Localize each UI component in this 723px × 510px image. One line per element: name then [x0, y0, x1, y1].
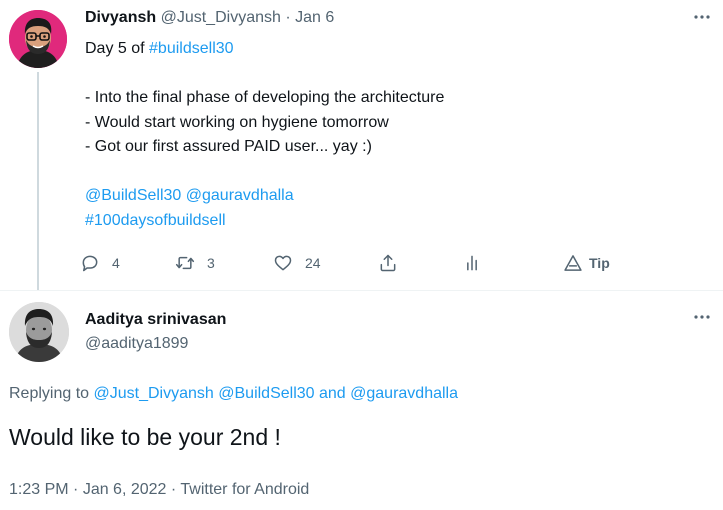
tweet-line-2: - Would start working on hygiene tomorro…: [85, 113, 389, 131]
retweet-button[interactable]: 3: [175, 249, 215, 277]
replying-to-line: Replying to @Just_Divyansh @BuildSell30 …: [9, 385, 458, 403]
tweet-line-intro: Day 5 of #buildsell30: [85, 37, 705, 62]
meta-separator: ·: [166, 481, 181, 498]
like-count: 24: [305, 255, 321, 271]
reply-date[interactable]: Jan 6, 2022: [83, 481, 167, 498]
tweet-mentions-line: @BuildSell30 @gauravdhalla: [85, 184, 705, 209]
header-separator: ·: [280, 9, 296, 26]
more-dots-icon: [694, 15, 710, 19]
replying-and[interactable]: and: [315, 385, 351, 402]
thread-connector-line: [37, 72, 39, 290]
tweet-date[interactable]: Jan 6: [295, 9, 334, 26]
tweet-line-1: - Into the final phase of developing the…: [85, 89, 445, 106]
reply-tweet-meta: 1:23 PM · Jan 6, 2022 · Twitter for Andr…: [9, 481, 309, 499]
like-button[interactable]: 24: [273, 249, 321, 277]
tweet-line-3: - Got our first assured PAID user... yay…: [85, 138, 372, 155]
retweet-count: 3: [207, 255, 215, 271]
analytics-icon: [467, 255, 477, 271]
reply-button[interactable]: 4: [80, 249, 120, 277]
tip-icon: [564, 255, 582, 271]
tweet-header: Divyansh @Just_Divyansh · Jan 6: [85, 9, 334, 27]
author-handle[interactable]: @Just_Divyansh: [161, 9, 281, 26]
parent-tweet[interactable]: Divyansh @Just_Divyansh · Jan 6 Day 5 of…: [0, 0, 723, 290]
tip-label: Tip: [589, 255, 610, 271]
tweet-hashtag-line: #100daysofbuildsell: [85, 209, 705, 234]
tip-button[interactable]: Tip: [563, 249, 610, 277]
avatar-illustration: [9, 10, 67, 68]
share-button[interactable]: [378, 249, 398, 277]
reply-tweet-text: Would like to be your 2nd !: [9, 424, 281, 450]
more-dots-icon: [694, 315, 710, 319]
reply-author-handle[interactable]: @aaditya1899: [85, 335, 188, 353]
reply-icon: [82, 255, 98, 272]
mention-gauravdhalla[interactable]: @gauravdhalla: [186, 187, 294, 204]
tweet-divider: [0, 290, 723, 291]
author-name[interactable]: Divyansh: [85, 9, 156, 26]
mention-buildsell30[interactable]: @BuildSell30: [85, 187, 181, 204]
share-icon: [380, 254, 396, 272]
reply-count: 4: [112, 255, 120, 271]
replying-user-buildsell30[interactable]: @BuildSell30: [218, 385, 314, 402]
tweet-body: Day 5 of #buildsell30 - Into the final p…: [85, 37, 705, 233]
reply-more-options-button[interactable]: [690, 308, 714, 328]
replying-prefix: Replying to: [9, 385, 94, 402]
avatar-illustration: [9, 302, 69, 362]
hashtag-buildsell30[interactable]: #buildsell30: [149, 40, 234, 57]
replying-user-gauravdhalla[interactable]: @gauravdhalla: [350, 385, 458, 402]
tweet-actions-bar: 4 3 24 Tip: [80, 249, 640, 277]
reply-author-name[interactable]: Aaditya srinivasan: [85, 311, 226, 329]
hashtag-100daysofbuildsell[interactable]: #100daysofbuildsell: [85, 212, 226, 229]
avatar-divyansh[interactable]: [9, 10, 67, 68]
reply-time[interactable]: 1:23 PM: [9, 481, 69, 498]
analytics-button[interactable]: [462, 249, 482, 277]
retweet-icon: [175, 256, 195, 270]
more-options-button[interactable]: [690, 8, 714, 28]
heart-icon: [274, 255, 292, 271]
reply-source: Twitter for Android: [180, 481, 310, 498]
meta-separator: ·: [68, 481, 83, 498]
replying-user-just-divyansh[interactable]: @Just_Divyansh: [94, 385, 214, 402]
intro-text: Day 5 of: [85, 40, 150, 57]
avatar-aaditya[interactable]: [9, 302, 69, 362]
